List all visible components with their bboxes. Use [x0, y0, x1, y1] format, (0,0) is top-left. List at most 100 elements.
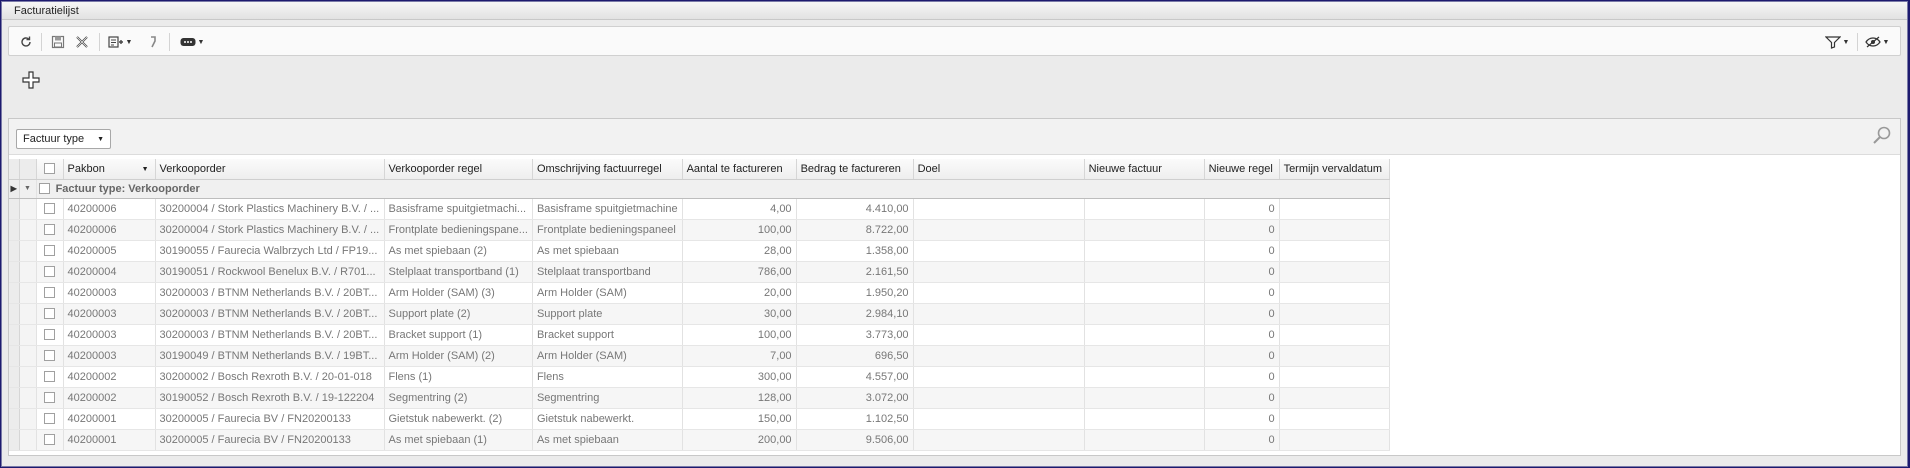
bedrag-cell[interactable]: 2.984,10 [796, 303, 914, 325]
doel-cell[interactable] [913, 324, 1085, 346]
column-header-nieuwe-factuur[interactable]: Nieuwe factuur [1084, 159, 1205, 180]
table-row[interactable]: 40200006 30200004 / Stork Plastics Machin… [9, 198, 1390, 220]
doel-cell[interactable] [913, 366, 1085, 388]
row-checkbox[interactable] [36, 387, 64, 409]
table-row[interactable]: 40200003 30190049 / BTNM Netherlands B.V.… [9, 345, 1390, 367]
verkooporder-cell[interactable]: 30200004 / Stork Plastics Machinery B.V.… [155, 198, 385, 220]
aantal-cell[interactable]: 30,00 [682, 303, 797, 325]
view-options-button[interactable]: ▼ [1862, 31, 1892, 53]
verkooporder-regel-cell[interactable]: Segmentring (2) [384, 387, 533, 409]
row-checkbox[interactable] [36, 198, 64, 220]
termijn-cell[interactable] [1279, 240, 1390, 262]
aantal-cell[interactable]: 150,00 [682, 408, 797, 430]
omschrijving-cell[interactable]: Bracket support [532, 324, 683, 346]
doel-cell[interactable] [913, 303, 1085, 325]
nieuwe-factuur-cell[interactable] [1084, 324, 1205, 346]
refresh-button[interactable] [15, 31, 37, 53]
nieuwe-factuur-cell[interactable] [1084, 429, 1205, 451]
bedrag-cell[interactable]: 1.950,20 [796, 282, 914, 304]
row-checkbox[interactable] [36, 303, 64, 325]
omschrijving-cell[interactable]: Frontplate bedieningspaneel [532, 219, 683, 241]
bedrag-cell[interactable]: 9.506,00 [796, 429, 914, 451]
table-row[interactable]: 40200003 30200003 / BTNM Netherlands B.V.… [9, 282, 1390, 304]
bedrag-cell[interactable]: 1.102,50 [796, 408, 914, 430]
verkooporder-cell[interactable]: 30200005 / Faurecia BV / FN20200133 [155, 429, 385, 451]
row-checkbox[interactable] [36, 282, 64, 304]
termijn-cell[interactable] [1279, 219, 1390, 241]
column-header-bedrag[interactable]: Bedrag te factureren [796, 159, 914, 180]
doel-cell[interactable] [913, 219, 1085, 241]
row-checkbox[interactable] [36, 366, 64, 388]
nieuwe-regel-cell[interactable]: 0 [1204, 345, 1280, 367]
table-row[interactable]: 40200003 30200003 / BTNM Netherlands B.V.… [9, 324, 1390, 346]
verkooporder-regel-cell[interactable]: Bracket support (1) [384, 324, 533, 346]
verkooporder-cell[interactable]: 30190052 / Bosch Rexroth B.V. / 19-12220… [155, 387, 385, 409]
pakbon-cell[interactable]: 40200006 [63, 219, 156, 241]
column-header-omschrijving[interactable]: Omschrijving factuurregel [532, 159, 683, 180]
column-header-termijn[interactable]: Termijn vervaldatum [1279, 159, 1390, 180]
nieuwe-factuur-cell[interactable] [1084, 240, 1205, 262]
verkooporder-regel-cell[interactable]: Basisframe spuitgietmachi... [384, 198, 533, 220]
omschrijving-cell[interactable]: Arm Holder (SAM) [532, 282, 683, 304]
doel-cell[interactable] [913, 387, 1085, 409]
verkooporder-cell[interactable]: 30200003 / BTNM Netherlands B.V. / 20BT.… [155, 282, 385, 304]
table-row[interactable]: 40200006 30200004 / Stork Plastics Machin… [9, 219, 1390, 241]
nieuwe-factuur-cell[interactable] [1084, 303, 1205, 325]
export-menu-button[interactable]: ▼ [105, 31, 135, 53]
column-header-doel[interactable]: Doel [913, 159, 1085, 180]
bedrag-cell[interactable]: 8.722,00 [796, 219, 914, 241]
select-all-checkbox[interactable] [36, 159, 64, 180]
doel-cell[interactable] [913, 345, 1085, 367]
bedrag-cell[interactable]: 2.161,50 [796, 261, 914, 283]
doel-cell[interactable] [913, 408, 1085, 430]
nieuwe-regel-cell[interactable]: 0 [1204, 240, 1280, 262]
omschrijving-cell[interactable]: Basisframe spuitgietmachine [532, 198, 683, 220]
group-by-chip[interactable]: Factuur type ▼ [16, 129, 111, 149]
doel-cell[interactable] [913, 429, 1085, 451]
verkooporder-regel-cell[interactable]: As met spiebaan (1) [384, 429, 533, 451]
verkooporder-regel-cell[interactable]: Gietstuk nabewerkt. (2) [384, 408, 533, 430]
verkooporder-cell[interactable]: 30200003 / BTNM Netherlands B.V. / 20BT.… [155, 303, 385, 325]
omschrijving-cell[interactable]: Gietstuk nabewerkt. [532, 408, 683, 430]
verkooporder-regel-cell[interactable]: Support plate (2) [384, 303, 533, 325]
omschrijving-cell[interactable]: Segmentring [532, 387, 683, 409]
row-checkbox[interactable] [36, 429, 64, 451]
add-button[interactable] [22, 71, 40, 89]
nieuwe-regel-cell[interactable]: 0 [1204, 303, 1280, 325]
row-checkbox[interactable] [36, 219, 64, 241]
nieuwe-regel-cell[interactable]: 0 [1204, 219, 1280, 241]
bedrag-cell[interactable]: 696,50 [796, 345, 914, 367]
verkooporder-cell[interactable]: 30200004 / Stork Plastics Machinery B.V.… [155, 219, 385, 241]
step-button[interactable] [145, 31, 161, 53]
verkooporder-cell[interactable]: 30190055 / Faurecia Walbrzych Ltd / FP19… [155, 240, 385, 262]
aantal-cell[interactable]: 20,00 [682, 282, 797, 304]
omschrijving-cell[interactable]: As met spiebaan [532, 429, 683, 451]
aantal-cell[interactable]: 300,00 [682, 366, 797, 388]
bedrag-cell[interactable]: 4.557,00 [796, 366, 914, 388]
group-checkbox[interactable] [38, 183, 50, 195]
nieuwe-regel-cell[interactable]: 0 [1204, 198, 1280, 220]
pakbon-cell[interactable]: 40200001 [63, 408, 156, 430]
nieuwe-factuur-cell[interactable] [1084, 366, 1205, 388]
nieuwe-regel-cell[interactable]: 0 [1204, 261, 1280, 283]
column-header-verkooporder[interactable]: Verkooporder [155, 159, 385, 180]
termijn-cell[interactable] [1279, 366, 1390, 388]
pakbon-cell[interactable]: 40200001 [63, 429, 156, 451]
table-row[interactable]: 40200005 30190055 / Faurecia Walbrzych Lt… [9, 240, 1390, 262]
more-menu-button[interactable]: ▼ [177, 31, 207, 53]
doel-cell[interactable] [913, 282, 1085, 304]
pakbon-cell[interactable]: 40200002 [63, 387, 156, 409]
save-button[interactable] [47, 31, 69, 53]
pakbon-cell[interactable]: 40200006 [63, 198, 156, 220]
row-checkbox[interactable] [36, 408, 64, 430]
table-row[interactable]: 40200004 30190051 / Rockwool Benelux B.V.… [9, 261, 1390, 283]
group-row[interactable]: ▶ ▼ Factuur type: Verkooporder [9, 178, 1390, 199]
nieuwe-factuur-cell[interactable] [1084, 219, 1205, 241]
pakbon-cell[interactable]: 40200004 [63, 261, 156, 283]
termijn-cell[interactable] [1279, 324, 1390, 346]
nieuwe-factuur-cell[interactable] [1084, 387, 1205, 409]
row-checkbox[interactable] [36, 240, 64, 262]
table-row[interactable]: 40200001 30200005 / Faurecia BV / FN20200… [9, 408, 1390, 430]
column-header-verkooporder-regel[interactable]: Verkooporder regel [384, 159, 533, 180]
aantal-cell[interactable]: 128,00 [682, 387, 797, 409]
